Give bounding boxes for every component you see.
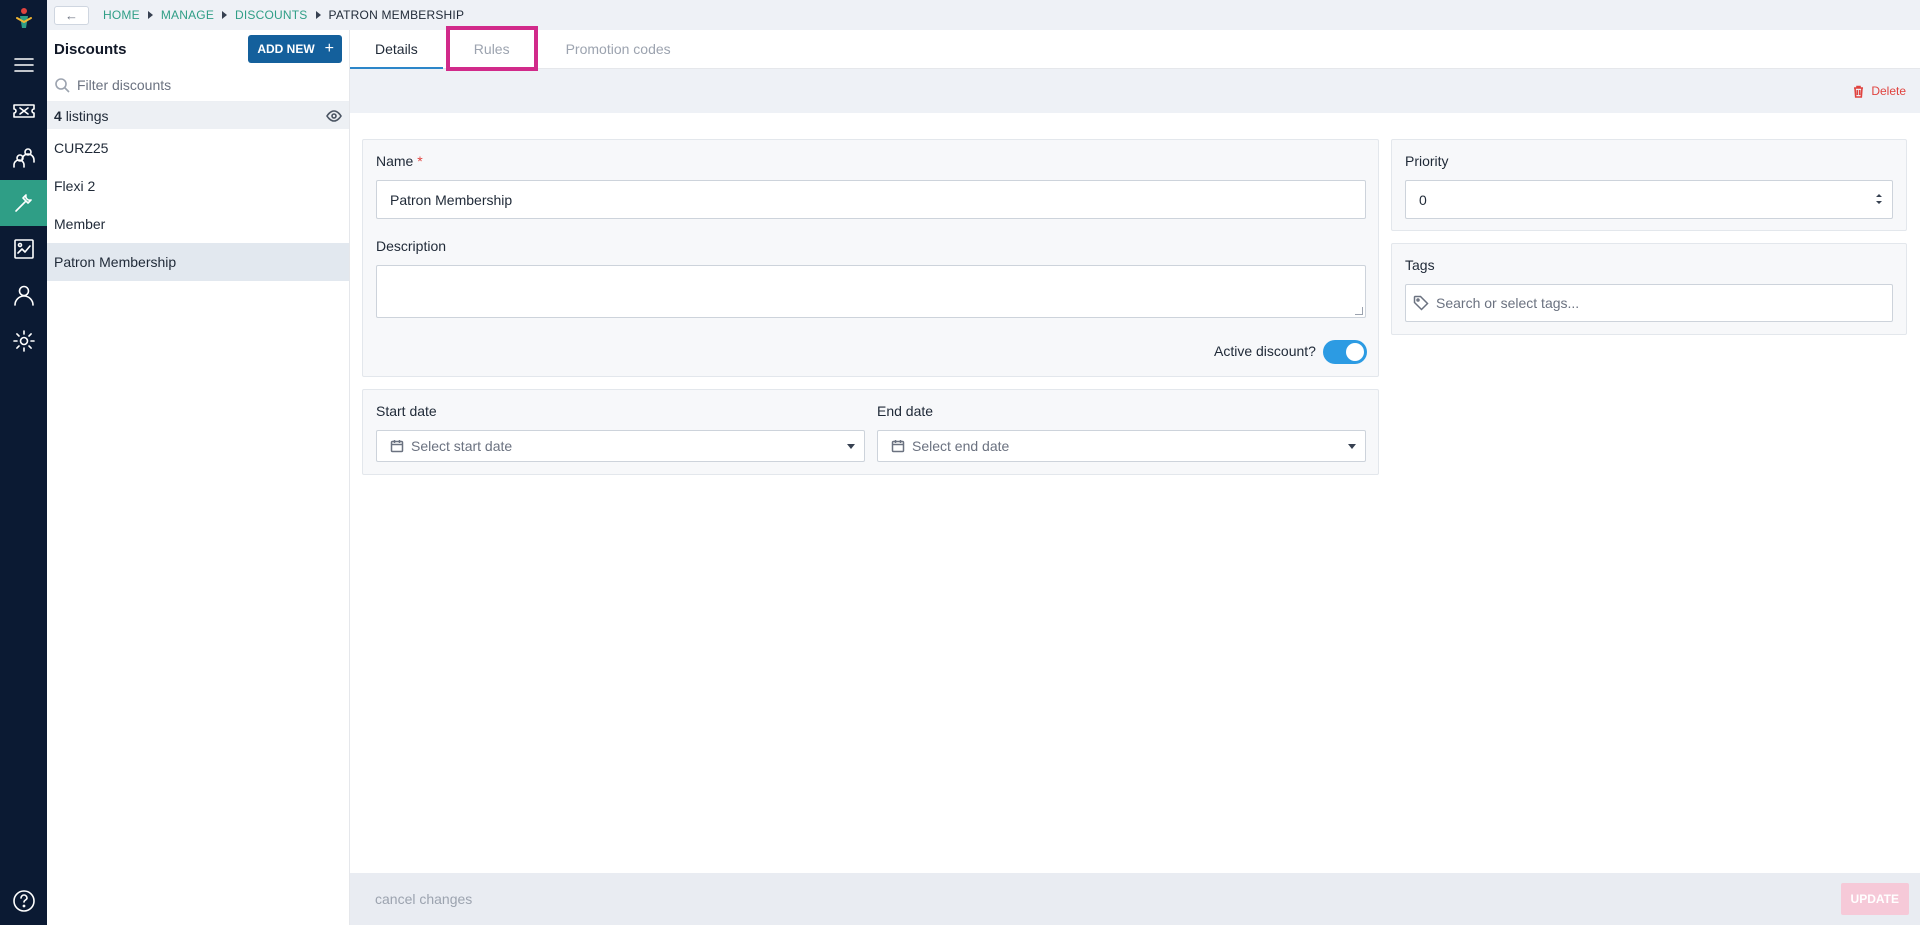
breadcrumb-bar: ← HOME MANAGE DISCOUNTS PATRON MEMBERSHI… <box>47 0 1920 30</box>
tag-icon <box>1413 295 1429 311</box>
search-icon <box>55 77 70 93</box>
chevron-down-icon <box>1348 444 1356 449</box>
update-button[interactable]: UPDATE <box>1840 883 1909 915</box>
breadcrumb-separator-icon <box>315 11 321 19</box>
name-label: Name * <box>376 153 423 169</box>
active-discount-label: Active discount? <box>1214 343 1316 359</box>
start-date-label: Start date <box>376 403 437 419</box>
tags-label: Tags <box>1405 257 1435 273</box>
action-strip: Delete <box>350 69 1920 113</box>
chevron-down-icon <box>847 444 855 449</box>
filter-placeholder: Filter discounts <box>77 76 172 93</box>
tags-input[interactable]: Search or select tags... <box>1405 284 1893 322</box>
tab-rules[interactable]: Rules <box>445 26 538 71</box>
active-discount-toggle[interactable] <box>1323 340 1367 364</box>
breadcrumb-home[interactable]: HOME <box>103 8 140 22</box>
icon-rail <box>0 0 47 925</box>
cancel-changes-button[interactable]: cancel changes <box>375 891 472 907</box>
breadcrumb-separator-icon <box>222 11 228 19</box>
stepper-arrows-icon[interactable] <box>1874 192 1884 206</box>
description-textarea[interactable] <box>376 265 1366 318</box>
people-icon[interactable] <box>0 134 47 180</box>
start-date-select[interactable]: Select start date <box>376 430 865 462</box>
details-card: Name * Patron Membership Description Act… <box>362 139 1379 377</box>
breadcrumb-separator-icon <box>147 11 153 19</box>
plus-icon: + <box>324 40 334 57</box>
description-label: Description <box>376 238 447 254</box>
breadcrumb-discounts[interactable]: DISCOUNTS <box>235 8 307 22</box>
list-item-curz25[interactable]: CURZ25 <box>47 129 349 167</box>
tools-icon[interactable] <box>0 180 47 226</box>
menu-icon[interactable] <box>0 42 47 88</box>
help-icon[interactable] <box>0 878 47 924</box>
filter-discounts-input[interactable]: Filter discounts <box>47 68 349 102</box>
start-date-placeholder: Select start date <box>411 438 513 454</box>
name-input[interactable]: Patron Membership <box>376 180 1366 219</box>
app-logo-icon[interactable] <box>11 6 37 32</box>
priority-card: Priority 0 <box>1391 139 1907 231</box>
tab-bar: Details Rules Promotion codes <box>350 26 1920 71</box>
user-icon[interactable] <box>0 272 47 318</box>
end-date-placeholder: Select end date <box>912 438 1010 454</box>
dates-card: Start date Select start date End date Se… <box>362 389 1379 475</box>
breadcrumb-manage[interactable]: MANAGE <box>161 8 214 22</box>
back-button[interactable]: ← <box>54 5 89 25</box>
tab-promotion-codes[interactable]: Promotion codes <box>541 29 696 68</box>
discount-editor: Details Rules Promotion codes Delete Nam… <box>350 26 1920 925</box>
settings-icon[interactable] <box>0 318 47 364</box>
tags-card: Tags Search or select tags... <box>1391 243 1907 335</box>
trash-icon <box>1854 85 1864 98</box>
calendar-icon <box>891 440 905 453</box>
toggle-knob <box>1346 343 1364 361</box>
ticket-icon[interactable] <box>0 88 47 134</box>
add-new-label: ADD NEW <box>257 42 315 56</box>
discounts-list-panel: Discounts ADD NEW + Filter discounts 4 l… <box>47 30 350 925</box>
form-footer: cancel changes UPDATE <box>350 873 1920 925</box>
breadcrumb: HOME MANAGE DISCOUNTS PATRON MEMBERSHIP <box>103 8 464 22</box>
priority-stepper[interactable]: 0 <box>1405 180 1893 219</box>
breadcrumb-current: PATRON MEMBERSHIP <box>328 8 465 22</box>
list-title: Discounts <box>54 40 127 58</box>
priority-value: 0 <box>1419 191 1427 208</box>
priority-label: Priority <box>1405 153 1449 169</box>
list-header: Discounts ADD NEW + <box>47 30 349 68</box>
resize-handle-icon[interactable] <box>1355 307 1363 315</box>
list-item-member[interactable]: Member <box>47 205 349 243</box>
tab-details[interactable]: Details <box>350 29 443 69</box>
tags-placeholder: Search or select tags... <box>1436 295 1580 311</box>
delete-button[interactable]: Delete <box>1852 84 1906 98</box>
calendar-icon <box>390 440 404 453</box>
reports-icon[interactable] <box>0 226 47 272</box>
eye-icon[interactable] <box>326 108 342 124</box>
list-item-patron-membership[interactable]: Patron Membership <box>47 243 349 281</box>
delete-label: Delete <box>1871 84 1906 98</box>
add-new-button[interactable]: ADD NEW + <box>248 35 342 63</box>
end-date-select[interactable]: Select end date <box>877 430 1366 462</box>
listing-count-row: 4 listings <box>47 102 349 129</box>
end-date-label: End date <box>877 403 934 419</box>
list-item-flexi-2[interactable]: Flexi 2 <box>47 167 349 205</box>
listing-count: 4 listings <box>54 107 109 124</box>
